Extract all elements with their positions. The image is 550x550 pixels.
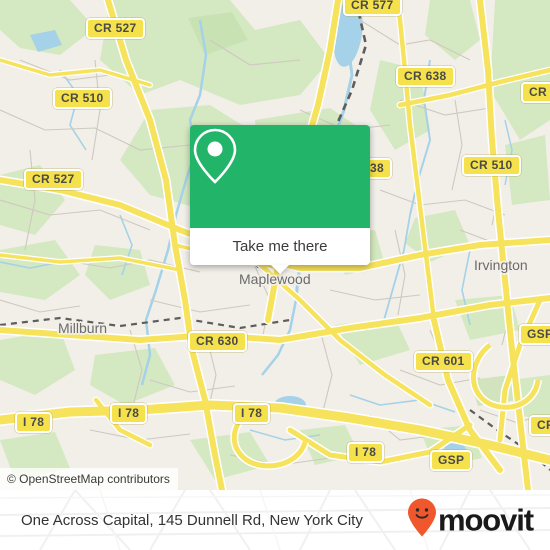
road-shield: CR 510: [462, 155, 521, 176]
popup-pin-header: [190, 125, 370, 228]
location-address: One Across Capital, 145 Dunnell Rd, New …: [21, 511, 363, 529]
road-shield: I 78: [15, 412, 53, 433]
osm-attribution[interactable]: © OpenStreetMap contributors: [0, 468, 178, 490]
moovit-logo[interactable]: moovit: [407, 498, 534, 543]
road-shield: CR 6: [521, 82, 550, 103]
take-me-there-label: Take me there: [232, 238, 328, 255]
road-shield: CR 527: [24, 169, 83, 190]
road-shield: CR 577: [343, 0, 402, 16]
road-shield: I 78: [110, 403, 148, 424]
location-popup-card[interactable]: Take me there: [190, 125, 370, 274]
take-me-there-button[interactable]: Take me there: [190, 228, 370, 274]
footer-bar: One Across Capital, 145 Dunnell Rd, New …: [0, 490, 550, 550]
road-shield: I 78: [233, 403, 271, 424]
road-shield: CR 601: [414, 351, 473, 372]
moovit-wordmark: moovit: [437, 502, 534, 538]
road-shield: CR: [529, 415, 550, 436]
moovit-smiley-pin-icon: [407, 498, 437, 543]
road-shield: CR 630: [188, 331, 247, 352]
road-shield: GSP: [519, 324, 550, 345]
map-canvas[interactable]: CR 527CR 577CR 638CR 6CR 510CR 527638CR …: [0, 0, 550, 490]
osm-attribution-text: © OpenStreetMap contributors: [7, 472, 170, 486]
road-shield: CR 527: [86, 18, 145, 39]
road-shield: GSP: [430, 450, 473, 471]
road-shield: CR 638: [396, 66, 455, 87]
popup-pointer: [271, 265, 289, 274]
road-shield: I 78: [347, 442, 385, 463]
moovit-map-screenshot: CR 527CR 577CR 638CR 6CR 510CR 527638CR …: [0, 0, 550, 550]
road-shield: CR 510: [53, 88, 112, 109]
